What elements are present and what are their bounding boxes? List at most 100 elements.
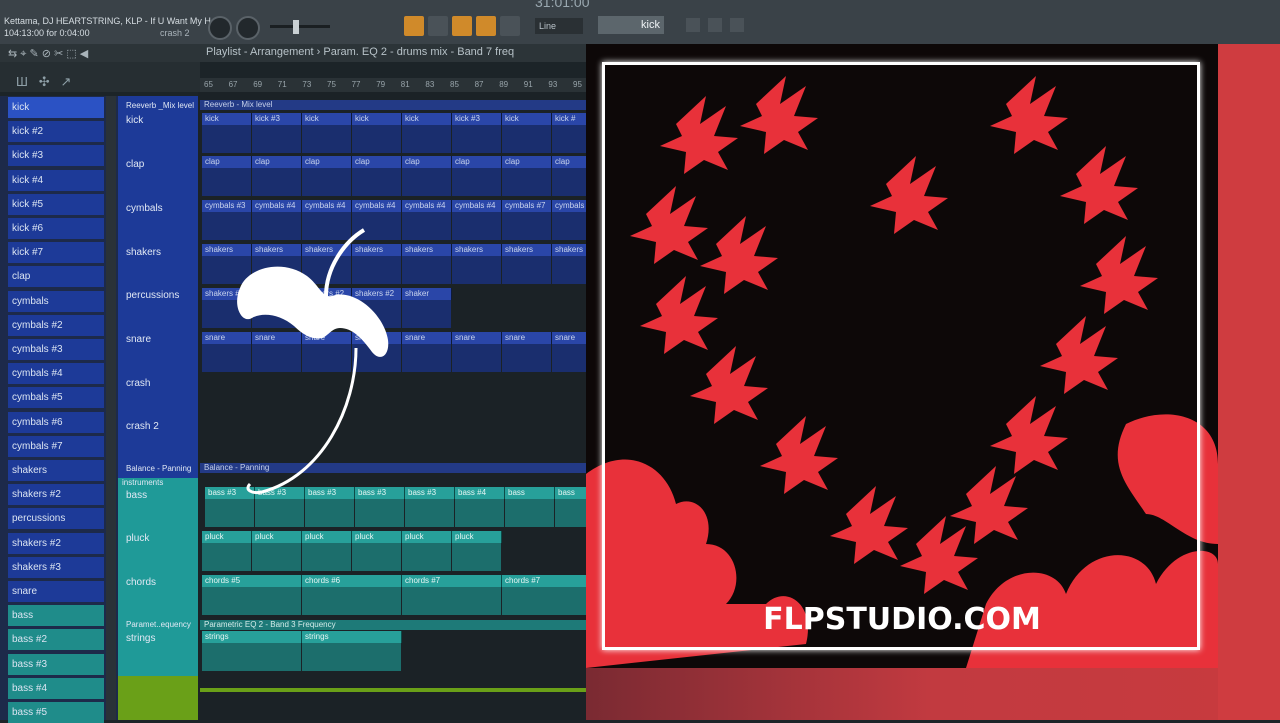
clip-chords[interactable]: chords #5 <box>202 575 302 587</box>
track-label-bass[interactable]: bass <box>126 490 147 501</box>
master-pitch-knob[interactable] <box>236 16 260 40</box>
clip-body-snare[interactable] <box>402 344 451 372</box>
clip-body-kick[interactable] <box>302 125 351 153</box>
mixer-icon[interactable] <box>686 18 700 32</box>
clip-body-cymbals[interactable] <box>402 212 451 240</box>
playlist-view-icons[interactable]: Ш ✣ ↗ <box>16 74 71 90</box>
automation-clip-param-eq[interactable]: Parametric EQ 2 - Band 3 Frequency <box>200 620 590 630</box>
clip-kick[interactable]: kick <box>352 113 402 125</box>
clip-body-shakers[interactable] <box>452 256 501 284</box>
clip-body-kick[interactable] <box>202 125 251 153</box>
track-item[interactable]: snare <box>8 581 104 602</box>
clip-strings[interactable]: strings <box>302 631 402 643</box>
clip-body-snare[interactable] <box>452 344 501 372</box>
track-item[interactable]: shakers <box>8 460 104 481</box>
clip-cymbals[interactable]: cymbals #3 <box>202 200 252 212</box>
clip-pluck[interactable]: pluck <box>202 531 252 543</box>
clip-kick[interactable]: kick <box>302 113 352 125</box>
clip-kick[interactable]: kick #3 <box>452 113 502 125</box>
clip-bass[interactable]: bass #4 <box>455 487 505 499</box>
clip-strings[interactable]: strings <box>202 631 302 643</box>
track-item[interactable]: bass #2 <box>8 629 104 651</box>
clip-body-bass[interactable] <box>455 499 504 527</box>
clip-body-chords[interactable] <box>402 587 501 615</box>
master-slider-handle[interactable] <box>293 20 299 34</box>
clip-chords[interactable]: chords #7 <box>402 575 502 587</box>
clip-body-pluck[interactable] <box>202 543 251 571</box>
piano-roll-icon[interactable] <box>730 18 744 32</box>
track-item[interactable]: clap <box>8 266 104 288</box>
track-item[interactable]: bass #4 <box>8 677 104 699</box>
clip-clap[interactable]: clap <box>202 156 252 168</box>
track-item[interactable]: kick #6 <box>8 218 104 239</box>
clip-kick[interactable]: kick #3 <box>252 113 302 125</box>
clip-body-strings[interactable] <box>302 643 401 671</box>
clip-body-kick[interactable] <box>402 125 451 153</box>
clip-clap[interactable]: clap <box>352 156 402 168</box>
clip-cymbals[interactable]: cymbals #4 <box>352 200 402 212</box>
clip-cymbals[interactable]: cymbals #7 <box>502 200 552 212</box>
clip-body-chords[interactable] <box>202 587 301 615</box>
clip-body-percussions[interactable] <box>402 300 451 328</box>
snap-mode-select[interactable]: Line <box>535 18 583 34</box>
track-label-snare[interactable]: snare <box>126 334 151 345</box>
track-label-clap[interactable]: clap <box>126 159 144 170</box>
playlist-tools-icons[interactable]: ⇆ ⌖ ✎ ⊘ ✂ ⬚ ◀ <box>8 47 88 61</box>
track-label-pluck[interactable]: pluck <box>126 533 149 544</box>
clip-pluck[interactable]: pluck <box>302 531 352 543</box>
track-item[interactable]: kick #2 <box>8 121 104 143</box>
clip-body-clap[interactable] <box>202 168 251 196</box>
clip-pluck[interactable]: pluck <box>352 531 402 543</box>
clip-body-clap[interactable] <box>352 168 401 196</box>
track-item[interactable]: cymbals #7 <box>8 435 104 457</box>
track-item[interactable]: shakers #3 <box>8 556 104 578</box>
clip-chords[interactable]: chords #6 <box>302 575 402 587</box>
clip-body-kick[interactable] <box>502 125 551 153</box>
clip-bass[interactable]: bass <box>505 487 555 499</box>
clip-body-clap[interactable] <box>502 168 551 196</box>
channel-rack-icon[interactable] <box>708 18 722 32</box>
clip-snare[interactable]: snare <box>502 332 552 344</box>
track-label-crash-2[interactable]: crash 2 <box>126 421 159 432</box>
clip-cymbals[interactable]: cymbals #4 <box>302 200 352 212</box>
clip-body-cymbals[interactable] <box>452 212 501 240</box>
track-item[interactable]: shakers #2 <box>8 532 104 554</box>
link-icon[interactable] <box>476 16 496 36</box>
snap-icon[interactable] <box>500 16 520 36</box>
track-item[interactable]: cymbals #6 <box>8 411 104 433</box>
clip-bass[interactable]: bass #3 <box>405 487 455 499</box>
track-item[interactable]: kick <box>8 97 104 118</box>
clip-body-clap[interactable] <box>252 168 301 196</box>
track-label-crash[interactable]: crash <box>126 378 150 389</box>
clip-cymbals[interactable]: cymbals #4 <box>252 200 302 212</box>
clip-body-shakers[interactable] <box>402 256 451 284</box>
clip-clap[interactable]: clap <box>252 156 302 168</box>
clip-body-bass[interactable] <box>505 499 554 527</box>
master-volume-knob[interactable] <box>208 16 232 40</box>
track-label-strings[interactable]: strings <box>126 633 155 644</box>
clip-body-bass[interactable] <box>205 499 254 527</box>
clip-kick[interactable]: kick <box>502 113 552 125</box>
clip-clap[interactable]: clap <box>452 156 502 168</box>
track-item[interactable]: cymbals #2 <box>8 314 104 336</box>
track-item[interactable]: cymbals #4 <box>8 363 104 385</box>
master-slider[interactable] <box>270 25 330 28</box>
clip-shakers[interactable]: shakers <box>452 244 502 256</box>
clip-body-pluck[interactable] <box>352 543 401 571</box>
clip-pluck[interactable]: pluck <box>452 531 502 543</box>
track-item[interactable]: cymbals #3 <box>8 339 104 360</box>
track-label-percussions[interactable]: percussions <box>126 290 179 301</box>
track-item[interactable]: bass #3 <box>8 653 104 675</box>
arrow-right-icon[interactable] <box>428 16 448 36</box>
clip-body-pluck[interactable] <box>252 543 301 571</box>
clip-snare[interactable]: snare <box>452 332 502 344</box>
clip-kick[interactable]: kick <box>402 113 452 125</box>
clip-body-cymbals[interactable] <box>502 212 551 240</box>
clip-snare[interactable]: snare <box>402 332 452 344</box>
clip-body-snare[interactable] <box>502 344 551 372</box>
track-item[interactable]: kick #5 <box>8 193 104 215</box>
clip-kick[interactable]: kick <box>202 113 252 125</box>
clip-body-bass[interactable] <box>355 499 404 527</box>
track-list-scrollbar[interactable] <box>106 96 116 720</box>
clip-body-strings[interactable] <box>202 643 301 671</box>
